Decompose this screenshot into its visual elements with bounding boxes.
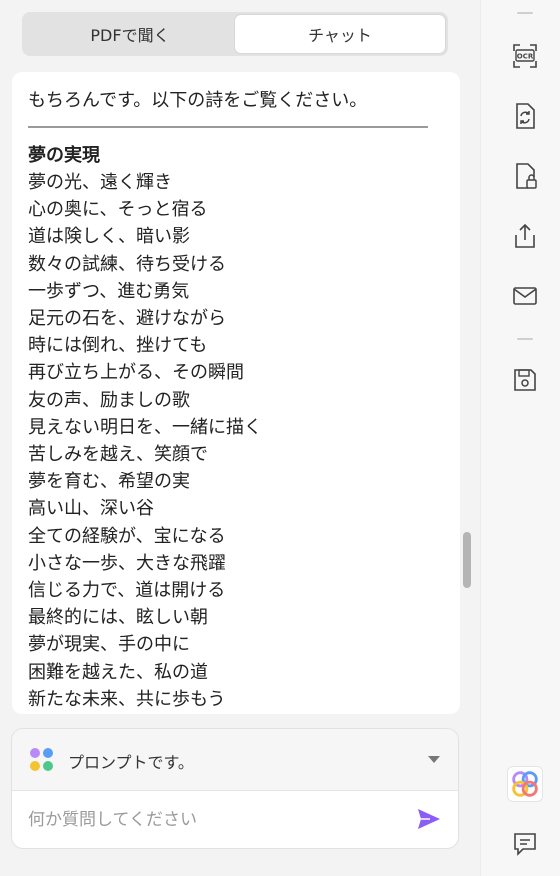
dot: [43, 748, 53, 758]
poem-line: 再び立ち上がる、その瞬間: [28, 362, 244, 384]
poem-line: 夢を育む、希望の実: [28, 471, 190, 493]
brand-logo-icon[interactable]: [507, 766, 543, 802]
lock-file-icon[interactable]: [511, 162, 539, 190]
main-panel: PDFで聞く チャット もちろんです。以下の詩をご覧ください。 夢の実現 夢の光…: [0, 0, 480, 876]
message-intro: もちろんです。以下の詩をご覧ください。: [28, 86, 428, 128]
send-icon[interactable]: [416, 807, 442, 831]
poem-line: 夢の光、遠く輝き: [28, 172, 172, 193]
chevron-down-icon[interactable]: [428, 756, 440, 763]
dot: [30, 748, 40, 758]
poem-line: 足元の石を、避けながら: [28, 308, 226, 330]
poem-body: 夢の光、遠く輝き 心の奥に、そっと宿る 道は険しく、暗い影 数々の試練、待ち受け…: [28, 169, 428, 713]
toolbar-divider: [517, 12, 533, 14]
tab-ask-pdf[interactable]: PDFで聞く: [25, 15, 235, 53]
prompt-composer: プロンプトです。: [11, 728, 459, 849]
convert-icon[interactable]: [511, 102, 539, 130]
comment-icon[interactable]: [511, 830, 539, 858]
chat-message-card: もちろんです。以下の詩をご覧ください。 夢の実現 夢の光、遠く輝き 心の奥に、そ…: [12, 72, 460, 714]
save-icon[interactable]: [511, 366, 539, 394]
poem-line: 夢が現実、手の中に: [28, 634, 190, 656]
mode-tabs: PDFで聞く チャット: [22, 12, 448, 56]
chat-scrollbar-thumb[interactable]: [463, 532, 471, 588]
poem-line: 最終的には、眩しい朝: [28, 607, 208, 629]
prompt-dots-icon: [30, 748, 54, 772]
poem-line: 時には倒れ、挫けても: [28, 335, 208, 357]
poem-line: 困難を越えた、私の道: [28, 661, 208, 683]
poem-line: 苦しみを越え、笑顔で: [28, 444, 208, 466]
prompt-selector-label: プロンプトです。: [68, 753, 194, 772]
poem-title: 夢の実現: [28, 145, 100, 166]
poem-line: 一歩ずつ、進む勇気: [28, 280, 190, 302]
dot: [30, 761, 40, 771]
poem-line: 高い山、深い谷: [28, 498, 154, 520]
poem-line: 道は険しく、暗い影: [28, 226, 190, 248]
ocr-icon-text: OCR: [517, 53, 534, 61]
poem-line: 見えない明日を、一緒に描く: [28, 416, 262, 438]
question-input[interactable]: [26, 805, 410, 835]
poem-line: 新たな未来、共に歩もう: [28, 688, 226, 710]
dot: [43, 761, 53, 771]
poem-line: 信じる力で、道は開ける: [28, 580, 226, 602]
share-icon[interactable]: [511, 222, 539, 250]
ocr-icon[interactable]: OCR: [511, 42, 539, 70]
right-toolbar: OCR: [480, 0, 560, 876]
chat-message: もちろんです。以下の詩をご覧ください。 夢の実現 夢の光、遠く輝き 心の奥に、そ…: [28, 86, 428, 713]
mail-icon[interactable]: [511, 282, 539, 310]
toolbar-divider: [517, 338, 533, 340]
poem-line: 全ての経験が、宝になる: [28, 525, 226, 547]
poem-line: 心の奥に、そっと宿る: [28, 199, 208, 221]
prompt-selector[interactable]: プロンプトです。: [12, 729, 458, 791]
poem-line: 数々の試練、待ち受ける: [28, 253, 226, 275]
brand-logo-graphic: [512, 771, 538, 797]
poem-line: 小さな一歩、大きな飛躍: [28, 552, 226, 574]
tab-chat[interactable]: チャット: [235, 15, 445, 53]
poem-line: 友の声、励ましの歌: [28, 389, 190, 411]
